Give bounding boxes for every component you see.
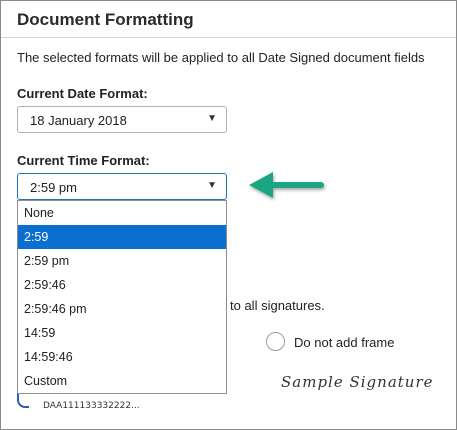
time-format-value: 2:59 pm <box>30 180 77 195</box>
arrow-left-icon <box>249 172 324 198</box>
sample-signature: Sample Signature <box>281 373 434 391</box>
signature-stamp-code: DAA111133332222... <box>43 401 140 411</box>
time-format-option-none[interactable]: None <box>18 201 226 225</box>
time-format-option-2-59[interactable]: 2:59 <box>18 225 226 249</box>
time-format-option-2-59-46[interactable]: 2:59:46 <box>18 273 226 297</box>
time-format-option-2-59-pm[interactable]: 2:59 pm <box>18 249 226 273</box>
panel-title: Document Formatting <box>17 10 194 29</box>
date-format-value: 18 January 2018 <box>30 113 127 128</box>
no-frame-radio[interactable] <box>266 332 285 351</box>
date-format-label: Current Date Format: <box>17 86 148 101</box>
no-frame-label: Do not add frame <box>294 335 395 350</box>
title-divider <box>1 37 456 38</box>
time-format-select[interactable]: 2:59 pm ▼ <box>17 173 227 200</box>
signatures-note: to all signatures. <box>230 298 325 313</box>
time-format-dropdown-list[interactable]: None 2:59 2:59 pm 2:59:46 2:59:46 pm 14:… <box>17 200 227 394</box>
time-format-option-14-59[interactable]: 14:59 <box>18 321 226 345</box>
time-format-label: Current Time Format: <box>17 153 150 168</box>
time-format-option-custom[interactable]: Custom <box>18 369 226 393</box>
caret-down-icon: ▼ <box>207 180 217 191</box>
time-format-option-2-59-46-pm[interactable]: 2:59:46 pm <box>18 297 226 321</box>
caret-down-icon: ▼ <box>207 113 217 124</box>
document-formatting-panel: Document Formatting The selected formats… <box>0 0 457 430</box>
panel-description: The selected formats will be applied to … <box>17 50 425 65</box>
date-format-select[interactable]: 18 January 2018 ▼ <box>17 106 227 133</box>
time-format-option-14-59-46[interactable]: 14:59:46 <box>18 345 226 369</box>
